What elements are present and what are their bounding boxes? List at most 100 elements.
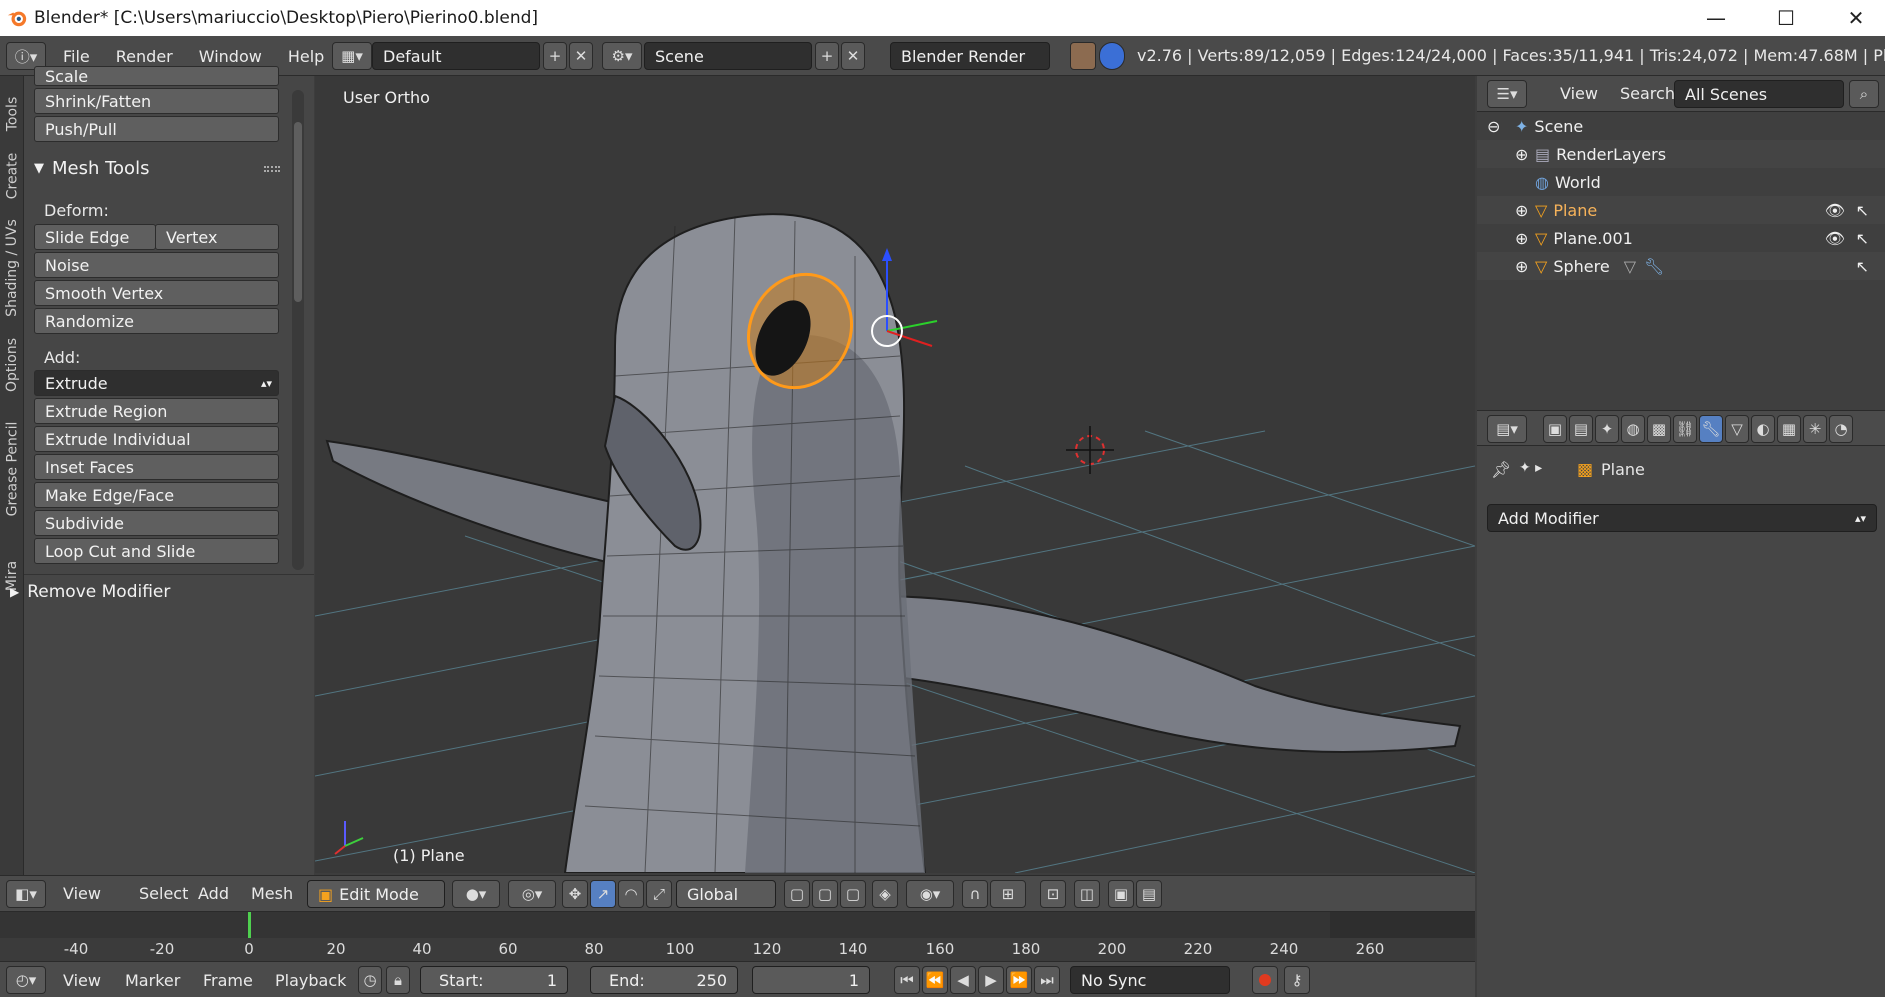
world-tab-icon[interactable]: ◍ [1621,415,1645,443]
tab-options[interactable]: Options [0,328,24,402]
extrude-dropdown[interactable]: Extrude ▴▾ [34,370,279,396]
jump-end-icon[interactable]: ⏭ [1034,966,1060,994]
render-still-icon[interactable]: ▣ [1108,880,1134,908]
outliner-row-sphere[interactable]: ⊕ ▽ Sphere ▽ 🔧︎ ↖ [1477,252,1885,280]
timeline-menu-marker[interactable]: Marker [112,971,193,990]
editor-type-properties-icon[interactable]: ▤▾ [1487,415,1527,443]
tab-create[interactable]: Create [0,146,24,206]
inset-faces-button[interactable]: Inset Faces [34,454,279,480]
outliner-row-world[interactable]: ◍ World [1477,168,1885,196]
viewport-shading-icon[interactable]: ●▾ [452,880,500,908]
layout-grid-icon[interactable]: ▦▾ [332,42,372,70]
jump-start-icon[interactable]: ⏮ [894,966,920,994]
transform-orientation-dropdown[interactable]: Global [676,880,776,908]
menu-window[interactable]: Window [186,47,275,66]
smooth-vertex-button[interactable]: Smooth Vertex [34,280,279,306]
data-tab-icon[interactable]: ▽ [1725,415,1749,443]
tab-shading-uvs[interactable]: Shading / UVs [0,208,24,328]
sync-mode-dropdown[interactable]: No Sync [1070,966,1230,994]
select-cursor-icon[interactable]: ↖ [1856,201,1869,220]
outliner-display-dropdown[interactable]: All Scenes [1674,80,1844,108]
expand-icon[interactable]: ⊕ [1515,257,1529,276]
preview-range-icon[interactable]: ◷ [358,966,382,994]
expand-icon[interactable]: ⊕ [1515,229,1529,248]
proportional-edit-icon[interactable]: ◉▾ [906,880,954,908]
keying-set-icon[interactable]: ⚷ [1284,966,1310,994]
menu-render[interactable]: Render [103,47,186,66]
rotate-manipulator-icon[interactable]: ◠ [618,880,644,908]
close-button[interactable]: ✕ [1828,0,1884,36]
texture-tab-icon[interactable]: ▦ [1777,415,1801,443]
particles-tab-icon[interactable]: ✳ [1803,415,1827,443]
render-animation-icon[interactable]: ▤ [1136,880,1162,908]
start-frame-field[interactable]: Start: 1 [420,966,568,994]
slide-vertex-button[interactable]: Vertex [155,224,279,250]
add-layout-icon[interactable]: + [543,42,567,70]
current-frame-marker[interactable] [248,912,251,938]
menu-add[interactable]: Add [185,884,242,903]
render-tab-icon[interactable]: ▣ [1543,415,1567,443]
menu-mesh[interactable]: Mesh [238,884,306,903]
remove-layout-icon[interactable]: ✕ [569,42,593,70]
remove-modifier-panel-header[interactable]: ▶ Remove Modifier [10,582,170,602]
visibility-eye-icon[interactable]: 👁︎ [1825,201,1845,220]
screen-layout-dropdown[interactable]: Default [372,42,540,70]
slide-edge-button[interactable]: Slide Edge [34,224,156,250]
snap-magnet-icon[interactable]: ∩ [962,880,988,908]
lock-range-icon[interactable]: 🔒︎ [386,966,410,994]
modifiers-tab-icon[interactable]: 🔧︎ [1699,415,1723,443]
extrude-individual-button[interactable]: Extrude Individual [34,426,279,452]
tab-mira[interactable]: Mira [0,536,24,616]
object-tab-icon[interactable]: ▩ [1647,415,1671,443]
visibility-eye-icon[interactable]: 👁︎ [1825,229,1845,248]
randomize-button[interactable]: Randomize [34,308,279,334]
outliner-row-scene[interactable]: ⊖ ✦ Scene [1477,112,1885,140]
panel-drag-handle[interactable] [264,166,280,172]
play-icon[interactable]: ▶ [978,966,1004,994]
editor-type-3d-icon[interactable]: ◧▾ [6,880,46,908]
menu-file[interactable]: File [50,47,103,66]
select-cursor-icon[interactable]: ↖ [1856,229,1869,248]
snap-target-icon[interactable]: ⊡ [1040,880,1066,908]
tab-tools[interactable]: Tools [0,82,24,146]
material-tab-icon[interactable]: ◐ [1751,415,1775,443]
limit-selection-icon[interactable]: ◈ [872,880,898,908]
pin-icon[interactable]: 📌︎ [1491,460,1511,479]
outliner-menu-view[interactable]: View [1547,84,1611,103]
push-pull-button[interactable]: Push/Pull [34,116,279,142]
end-frame-field[interactable]: End: 250 [590,966,738,994]
timeline-menu-view[interactable]: View [50,971,114,990]
scale-button[interactable]: Scale [34,66,279,86]
constraints-tab-icon[interactable]: ⛓︎ [1673,415,1697,443]
jump-keyframe-forward-icon[interactable]: ⏩ [1006,966,1032,994]
select-cursor-icon[interactable]: ↖ [1856,257,1869,276]
maximize-button[interactable]: ☐ [1758,0,1814,36]
physics-tab-icon[interactable]: ◔ [1829,415,1853,443]
manipulator-toggle-icon[interactable]: ✥ [562,880,588,908]
extrude-region-button[interactable]: Extrude Region [34,398,279,424]
expand-icon[interactable]: ⊕ [1515,145,1529,164]
current-frame-field[interactable]: 1 [752,966,870,994]
jump-keyframe-back-icon[interactable]: ⏪ [922,966,948,994]
outliner-row-plane[interactable]: ⊕ ▽ Plane 👁︎ ↖ [1477,196,1885,224]
mesh-tools-panel-header[interactable]: ▼ Mesh Tools [34,158,149,179]
outliner-row-plane001[interactable]: ⊕ ▽ Plane.001 👁︎ ↖ [1477,224,1885,252]
timeline-menu-frame[interactable]: Frame [190,971,266,990]
outliner-search-icon[interactable]: ⌕ [1849,80,1879,108]
menu-view[interactable]: View [50,884,114,903]
subdivide-button[interactable]: Subdivide [34,510,279,536]
outliner-row-renderlayers[interactable]: ⊕ ▤ RenderLayers [1477,140,1885,168]
timeline-area[interactable] [0,911,1475,961]
3d-viewport[interactable]: User Ortho (1) Plane [315,76,1475,873]
mode-dropdown[interactable]: ▣ Edit Mode [307,880,445,908]
tab-grease-pencil[interactable]: Grease Pencil [0,402,24,536]
add-modifier-dropdown[interactable]: Add Modifier ▴▾ [1487,504,1877,532]
play-reverse-icon[interactable]: ◀ [950,966,976,994]
noise-button[interactable]: Noise [34,252,279,278]
scale-manipulator-icon[interactable]: ⤢ [646,880,672,908]
scene-icon[interactable]: ⚙▾ [602,42,642,70]
editor-type-timeline-icon[interactable]: ◴▾ [6,966,46,994]
expand-icon[interactable]: ⊕ [1515,201,1529,220]
remove-scene-icon[interactable]: ✕ [841,42,865,70]
timeline-menu-playback[interactable]: Playback [262,971,359,990]
